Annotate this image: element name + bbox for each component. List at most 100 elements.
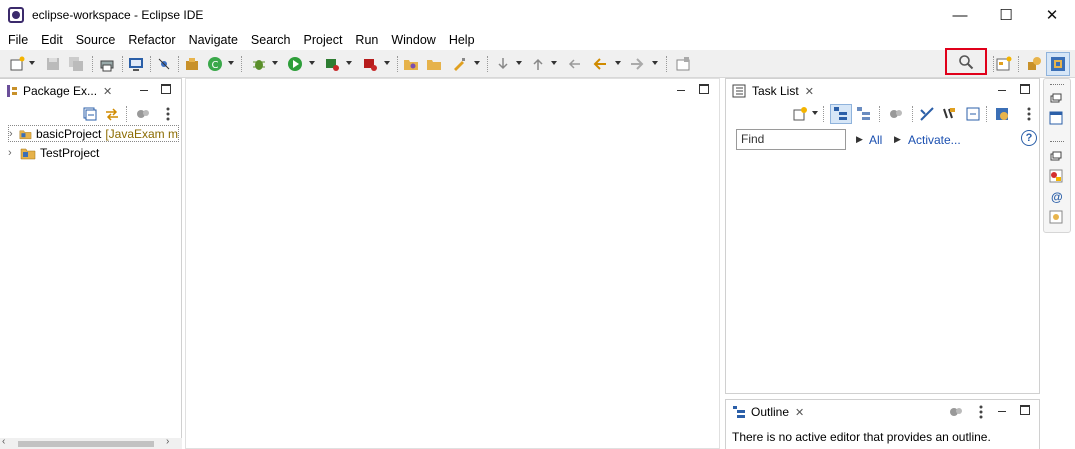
debug-icon[interactable] — [251, 56, 267, 72]
next-annotation-dropdown-icon[interactable] — [516, 61, 522, 65]
categorized-icon[interactable] — [833, 106, 849, 122]
save-all-icon[interactable] — [68, 56, 84, 72]
close-tab-icon[interactable]: ✕ — [805, 85, 814, 98]
collapse-all-icon[interactable] — [965, 106, 981, 122]
scrollbar-thumb[interactable] — [18, 441, 154, 447]
horizontal-scrollbar[interactable]: ‹ › — [0, 436, 182, 449]
collapse-all-icon[interactable] — [82, 106, 98, 122]
all-link[interactable]: All — [869, 133, 882, 147]
hide-completed-icon[interactable] — [919, 106, 935, 122]
scroll-left-icon[interactable]: ‹ — [2, 436, 5, 447]
tree-item-basicproject[interactable]: › basicProject [JavaExam m — [8, 125, 179, 142]
javadoc-icon[interactable]: @ — [1051, 190, 1063, 204]
search-pen-dropdown-icon[interactable] — [474, 61, 480, 65]
filters-icon[interactable] — [135, 106, 151, 122]
external-tools-icon[interactable] — [362, 56, 378, 72]
filter-icon[interactable] — [948, 404, 964, 420]
restore-icon[interactable] — [1049, 91, 1063, 105]
link-with-editor-icon[interactable] — [104, 106, 120, 122]
filter-icon[interactable] — [888, 106, 904, 122]
menu-window[interactable]: Window — [391, 33, 435, 47]
focus-icon[interactable] — [941, 106, 957, 122]
tree-item-testproject[interactable]: › TestProject — [8, 144, 99, 161]
minimize-icon[interactable] — [139, 85, 149, 95]
expand-chevron-icon[interactable]: › — [8, 147, 18, 159]
scroll-right-icon[interactable]: › — [166, 436, 169, 447]
outline-title: Outline — [751, 405, 790, 419]
tab-task-list[interactable]: Task List ✕ — [726, 79, 820, 103]
prev-annotation-dropdown-icon[interactable] — [551, 61, 557, 65]
synchronize-icon[interactable] — [994, 106, 1010, 122]
save-icon[interactable] — [45, 56, 61, 72]
minimize-icon[interactable] — [997, 406, 1007, 416]
menu-run[interactable]: Run — [355, 33, 378, 47]
back-icon[interactable] — [592, 56, 608, 72]
tab-outline[interactable]: Outline ✕ — [726, 400, 811, 424]
open-type-icon[interactable] — [403, 56, 419, 72]
maximize-icon[interactable] — [699, 84, 709, 94]
new-icon[interactable] — [10, 56, 26, 72]
close-button[interactable]: ✕ — [1029, 0, 1075, 30]
new-dropdown-icon[interactable] — [29, 61, 35, 65]
problems-icon[interactable] — [1049, 169, 1063, 183]
package-explorer-icon — [7, 85, 17, 97]
menu-refactor[interactable]: Refactor — [128, 33, 175, 47]
menu-search[interactable]: Search — [251, 33, 291, 47]
declaration-icon[interactable] — [1049, 210, 1063, 224]
close-tab-icon[interactable]: ✕ — [103, 85, 112, 98]
maximize-icon[interactable] — [1020, 405, 1030, 415]
run-icon[interactable] — [287, 56, 303, 72]
minimize-icon[interactable] — [676, 85, 686, 95]
scheduled-icon[interactable] — [856, 106, 872, 122]
new-class-icon[interactable]: C — [207, 56, 223, 72]
maximize-icon[interactable] — [1020, 84, 1030, 94]
open-folder-icon[interactable] — [426, 56, 442, 72]
coverage-dropdown-icon[interactable] — [346, 61, 352, 65]
maximize-icon[interactable] — [161, 84, 171, 94]
minimize-icon[interactable] — [997, 85, 1007, 95]
search-button[interactable] — [945, 48, 987, 75]
run-dropdown-icon[interactable] — [309, 61, 315, 65]
skip-breakpoints-icon[interactable] — [156, 56, 172, 72]
close-tab-icon[interactable]: ✕ — [795, 406, 804, 419]
title-bar: eclipse-workspace - Eclipse IDE — ☐ ✕ — [0, 0, 1075, 30]
view-menu-icon[interactable] — [1021, 106, 1037, 122]
last-edit-location-icon[interactable] — [567, 56, 583, 72]
back-dropdown-icon[interactable] — [615, 61, 621, 65]
view-menu-icon[interactable] — [973, 404, 989, 420]
debug-perspective-icon[interactable] — [1026, 56, 1042, 72]
new-java-package-icon[interactable] — [184, 56, 200, 72]
menu-project[interactable]: Project — [304, 33, 343, 47]
menu-file[interactable]: File — [8, 33, 28, 47]
forward-dropdown-icon[interactable] — [652, 61, 658, 65]
search-pen-icon[interactable] — [451, 56, 467, 72]
menu-source[interactable]: Source — [76, 33, 116, 47]
forward-icon[interactable] — [629, 56, 645, 72]
restore-icon[interactable] — [1049, 149, 1063, 163]
open-perspective-icon[interactable] — [996, 56, 1012, 72]
expand-chevron-icon[interactable]: › — [9, 128, 17, 140]
external-tools-dropdown-icon[interactable] — [384, 61, 390, 65]
print-icon[interactable] — [99, 56, 115, 72]
help-icon[interactable]: ? — [1021, 130, 1037, 146]
new-task-icon[interactable] — [792, 106, 808, 122]
tab-package-explorer[interactable]: Package Ex... ✕ — [0, 79, 119, 103]
activate-link[interactable]: Activate... — [908, 133, 961, 147]
view-menu-icon[interactable] — [160, 106, 176, 122]
menu-navigate[interactable]: Navigate — [189, 33, 238, 47]
task-find-input[interactable]: Find — [736, 129, 846, 150]
new-class-dropdown-icon[interactable] — [228, 61, 234, 65]
next-annotation-icon[interactable] — [495, 56, 511, 72]
pin-editor-icon[interactable] — [675, 56, 691, 72]
new-task-dropdown-icon[interactable] — [812, 111, 818, 115]
maximize-button[interactable]: ☐ — [983, 0, 1029, 30]
menu-edit[interactable]: Edit — [41, 33, 63, 47]
coverage-icon[interactable] — [324, 56, 340, 72]
minimize-button[interactable]: — — [937, 0, 983, 30]
debug-dropdown-icon[interactable] — [272, 61, 278, 65]
terminal-icon[interactable] — [128, 56, 144, 72]
prev-annotation-icon[interactable] — [530, 56, 546, 72]
view-icon[interactable] — [1049, 111, 1063, 125]
menu-help[interactable]: Help — [449, 33, 475, 47]
java-perspective-icon[interactable] — [1050, 56, 1066, 72]
